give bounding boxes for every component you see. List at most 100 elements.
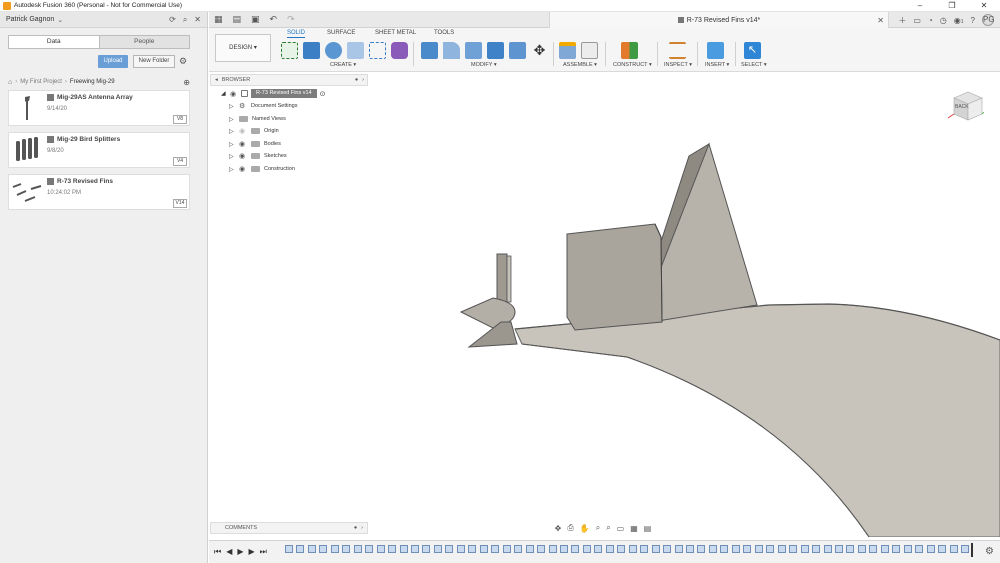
- fit-icon[interactable]: ⌕: [606, 523, 610, 533]
- insert-image-icon[interactable]: [707, 42, 724, 59]
- press-pull-icon[interactable]: [421, 42, 438, 59]
- viewcube[interactable]: BACK: [946, 88, 986, 124]
- browser-header[interactable]: ◂ BROWSER ● ›: [210, 74, 368, 86]
- home-icon[interactable]: ⌂: [8, 79, 12, 86]
- combine-icon[interactable]: [509, 42, 526, 59]
- timeline-feature-icon[interactable]: [869, 545, 878, 553]
- browser-item-construction[interactable]: ▷ ◉ Construction: [229, 164, 295, 174]
- grid-settings-icon[interactable]: ▦: [630, 524, 638, 533]
- expand-triangle-icon[interactable]: ▷: [229, 166, 235, 173]
- expand-triangle-icon[interactable]: ▷: [229, 116, 235, 123]
- timeline-feature-icon[interactable]: [422, 545, 431, 553]
- tab-people[interactable]: People: [98, 36, 189, 48]
- timeline-feature-icon[interactable]: [651, 545, 660, 553]
- timeline-feature-icon[interactable]: [605, 545, 614, 553]
- timeline-feature-icon[interactable]: [915, 545, 924, 553]
- timeline-feature-icon[interactable]: [628, 545, 637, 553]
- minimize-button[interactable]: –: [904, 0, 936, 12]
- step-back-icon[interactable]: ◀: [226, 547, 232, 557]
- timeline-feature-icon[interactable]: [926, 545, 935, 553]
- tab-tools[interactable]: TOOLS: [434, 30, 454, 36]
- timeline-feature-icon[interactable]: [823, 545, 832, 553]
- tab-solid[interactable]: SOLID: [287, 30, 306, 38]
- timeline-feature-icon[interactable]: [296, 545, 305, 553]
- version-badge[interactable]: V4: [173, 157, 187, 166]
- construct-menu[interactable]: CONSTRUCT ▾: [613, 62, 652, 68]
- timeline-feature-icon[interactable]: [445, 545, 454, 553]
- timeline-feature-icon[interactable]: [433, 545, 442, 553]
- browser-item-origin[interactable]: ▷ ◉ Origin: [229, 126, 279, 136]
- expand-triangle-icon[interactable]: ▷: [229, 103, 235, 110]
- timeline-marker[interactable]: [971, 543, 973, 557]
- eye-hidden-icon[interactable]: ◉: [239, 127, 247, 135]
- redo-icon[interactable]: ↷: [287, 14, 295, 25]
- timeline-feature-icon[interactable]: [399, 545, 408, 553]
- fillet-icon[interactable]: [443, 42, 460, 59]
- create-sketch-icon[interactable]: [281, 42, 298, 59]
- timeline-feature-icon[interactable]: [388, 545, 397, 553]
- browser-item-named-views[interactable]: ▷ Named Views: [229, 114, 286, 124]
- timeline-feature-icon[interactable]: [834, 545, 843, 553]
- timeline-feature-icon[interactable]: [491, 545, 500, 553]
- collapse-triangle-icon[interactable]: ◢: [221, 90, 227, 97]
- timeline-feature-icon[interactable]: [674, 545, 683, 553]
- timeline-feature-icon[interactable]: [640, 545, 649, 553]
- timeline-feature-icon[interactable]: [525, 545, 534, 553]
- timeline-feature-icon[interactable]: [789, 545, 798, 553]
- revolve-icon[interactable]: [325, 42, 342, 59]
- modify-menu[interactable]: MODIFY ▾: [471, 62, 497, 68]
- timeline-feature-icon[interactable]: [857, 545, 866, 553]
- timeline-feature-icon[interactable]: [330, 545, 339, 553]
- expand-panel-icon[interactable]: ›: [362, 77, 364, 83]
- timeline-feature-icon[interactable]: [376, 545, 385, 553]
- clock-icon[interactable]: ◷: [940, 16, 947, 25]
- timeline-feature-icon[interactable]: [353, 545, 362, 553]
- go-to-start-icon[interactable]: ⏮: [214, 547, 221, 557]
- timeline-feature-icon[interactable]: [880, 545, 889, 553]
- timeline-feature-icon[interactable]: [548, 545, 557, 553]
- create-menu[interactable]: CREATE ▾: [330, 62, 356, 68]
- timeline-feature-icon[interactable]: [456, 545, 465, 553]
- timeline-feature-icon[interactable]: [468, 545, 477, 553]
- refresh-icon[interactable]: ⟳: [169, 15, 176, 25]
- search-icon[interactable]: ⌕: [183, 15, 187, 25]
- timeline-feature-icon[interactable]: [365, 545, 374, 553]
- breadcrumb-project[interactable]: My First Project: [20, 79, 62, 85]
- timeline-feature-icon[interactable]: [892, 545, 901, 553]
- timeline-feature-icon[interactable]: [697, 545, 706, 553]
- hole-icon[interactable]: [347, 42, 364, 59]
- file-card[interactable]: Mig-29 Bird Splitters 9/8/20 V4: [8, 132, 190, 168]
- timeline-feature-icon[interactable]: [686, 545, 695, 553]
- timeline-feature-icon[interactable]: [502, 545, 511, 553]
- joint-icon[interactable]: [581, 42, 598, 59]
- file-card[interactable]: R-73 Revised Fins 10:24:02 PM V14: [8, 174, 190, 210]
- select-icon[interactable]: ↖: [744, 42, 761, 59]
- timeline-feature-icon[interactable]: [743, 545, 752, 553]
- notifications-icon[interactable]: ◉1: [954, 16, 964, 25]
- timeline-feature-icon[interactable]: [342, 545, 351, 553]
- close-button[interactable]: ✕: [968, 0, 1000, 12]
- version-badge[interactable]: V8: [173, 115, 187, 124]
- go-to-end-icon[interactable]: ⏭: [260, 547, 267, 557]
- add-comment-icon[interactable]: ●: [354, 525, 357, 531]
- tab-data[interactable]: Data: [9, 36, 99, 48]
- file-menu-icon[interactable]: ▤: [233, 14, 242, 25]
- expand-triangle-icon[interactable]: ▷: [229, 141, 235, 148]
- select-menu[interactable]: SELECT ▾: [741, 62, 767, 68]
- pan-icon[interactable]: ✋: [580, 524, 590, 533]
- measure-icon[interactable]: [669, 42, 686, 59]
- file-card[interactable]: Mig-29AS Antenna Array 9/14/20 V8: [8, 90, 190, 126]
- save-icon[interactable]: ▣: [251, 14, 260, 25]
- new-tab-icon[interactable]: ＋: [898, 15, 906, 26]
- timeline-feature-icon[interactable]: [411, 545, 420, 553]
- pattern-icon[interactable]: [369, 42, 386, 59]
- upload-button[interactable]: Upload: [98, 55, 128, 68]
- gear-icon[interactable]: ⚙: [985, 546, 994, 557]
- timeline-feature-icon[interactable]: [617, 545, 626, 553]
- restore-button[interactable]: ❐: [936, 0, 968, 12]
- timeline-feature-icon[interactable]: [594, 545, 603, 553]
- timeline-feature-icon[interactable]: [307, 545, 316, 553]
- user-name-dropdown[interactable]: Patrick Gagnon: [6, 16, 54, 23]
- timeline-feature-icon[interactable]: [479, 545, 488, 553]
- browser-root[interactable]: ◢ ◉ R-73 Revised Fins v14 ⊙: [221, 89, 326, 98]
